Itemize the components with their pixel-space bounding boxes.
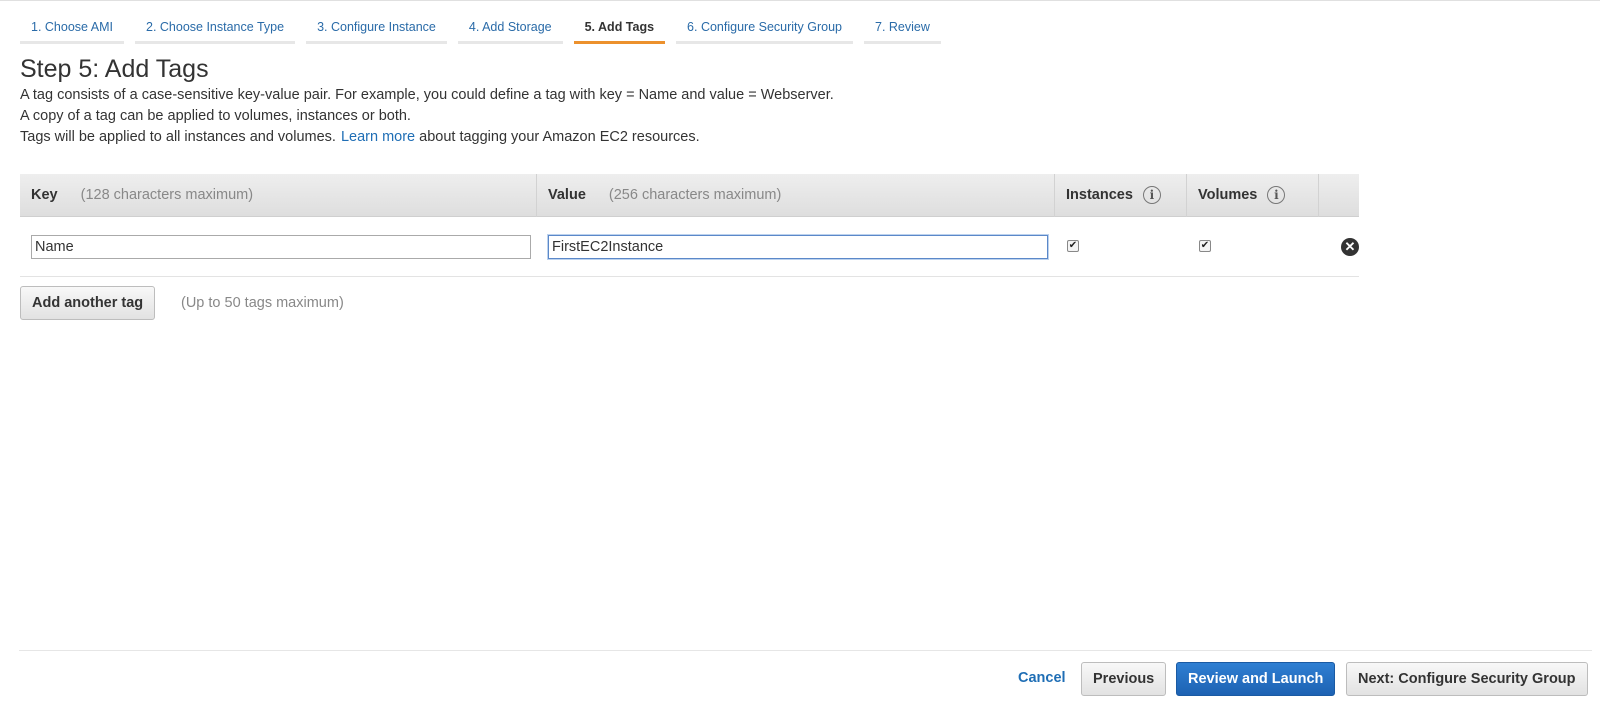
value-column-header: Value (256 characters maximum)	[537, 173, 1055, 217]
next-configure-security-group-button[interactable]: Next: Configure Security Group	[1346, 662, 1588, 696]
cancel-link[interactable]: Cancel	[1018, 670, 1066, 686]
step-choose-instance-type[interactable]: 2. Choose Instance Type	[135, 17, 296, 44]
value-header-label: Value	[548, 187, 586, 203]
wizard-steps: 1. Choose AMI 2. Choose Instance Type 3.…	[20, 17, 952, 44]
instances-header-label: Instances	[1066, 187, 1133, 203]
table-row: ✔ ✔ ✕	[20, 217, 1359, 277]
learn-more-link[interactable]: Learn more	[341, 129, 415, 145]
instances-column-header: Instances i	[1055, 173, 1187, 217]
page-title: Step 5: Add Tags	[20, 55, 209, 83]
step-choose-ami[interactable]: 1. Choose AMI	[20, 17, 124, 44]
actions-column-header	[1319, 174, 1359, 217]
tags-table: Key (128 characters maximum) Value (256 …	[20, 173, 1359, 277]
tags-limit-note: (Up to 50 tags maximum)	[181, 295, 344, 311]
step-add-storage[interactable]: 4. Add Storage	[457, 17, 563, 44]
instances-checkbox[interactable]: ✔	[1067, 239, 1079, 252]
key-cell	[20, 217, 537, 277]
review-and-launch-button[interactable]: Review and Launch	[1176, 662, 1336, 696]
instances-cell: ✔	[1055, 217, 1187, 277]
previous-button[interactable]: Previous	[1081, 662, 1167, 696]
info-icon[interactable]: i	[1142, 186, 1161, 204]
description-text-after: about tagging your Amazon EC2 resources.	[419, 129, 700, 145]
add-another-tag-button[interactable]: Add another tag	[20, 286, 156, 320]
value-cell	[537, 217, 1055, 277]
tag-value-input[interactable]	[548, 234, 1048, 259]
volumes-column-header: Volumes i	[1187, 173, 1319, 217]
step-configure-security-group[interactable]: 6. Configure Security Group	[676, 17, 853, 44]
step-review[interactable]: 7. Review	[864, 17, 941, 44]
description-line-3: Tags will be applied to all instances an…	[20, 129, 700, 145]
key-header-label: Key	[31, 187, 58, 203]
footer-divider	[19, 650, 1592, 651]
remove-cell: ✕	[1319, 217, 1359, 277]
step-add-tags[interactable]: 5. Add Tags	[573, 17, 666, 44]
key-header-hint: (128 characters maximum)	[80, 187, 254, 203]
volumes-checkbox[interactable]: ✔	[1199, 239, 1211, 252]
key-column-header: Key (128 characters maximum)	[20, 173, 537, 217]
volumes-cell: ✔	[1187, 217, 1319, 277]
description-line-2: A copy of a tag can be applied to volume…	[20, 108, 411, 124]
value-header-hint: (256 characters maximum)	[608, 187, 782, 203]
step-configure-instance[interactable]: 3. Configure Instance	[306, 17, 447, 44]
remove-tag-icon[interactable]: ✕	[1341, 237, 1359, 256]
tag-key-input[interactable]	[31, 234, 531, 259]
volumes-header-label: Volumes	[1198, 187, 1258, 203]
info-icon[interactable]: i	[1267, 186, 1286, 204]
description-line-1: A tag consists of a case-sensitive key-v…	[20, 87, 834, 103]
tags-table-header: Key (128 characters maximum) Value (256 …	[20, 173, 1359, 217]
description-text: Tags will be applied to all instances an…	[20, 129, 336, 145]
